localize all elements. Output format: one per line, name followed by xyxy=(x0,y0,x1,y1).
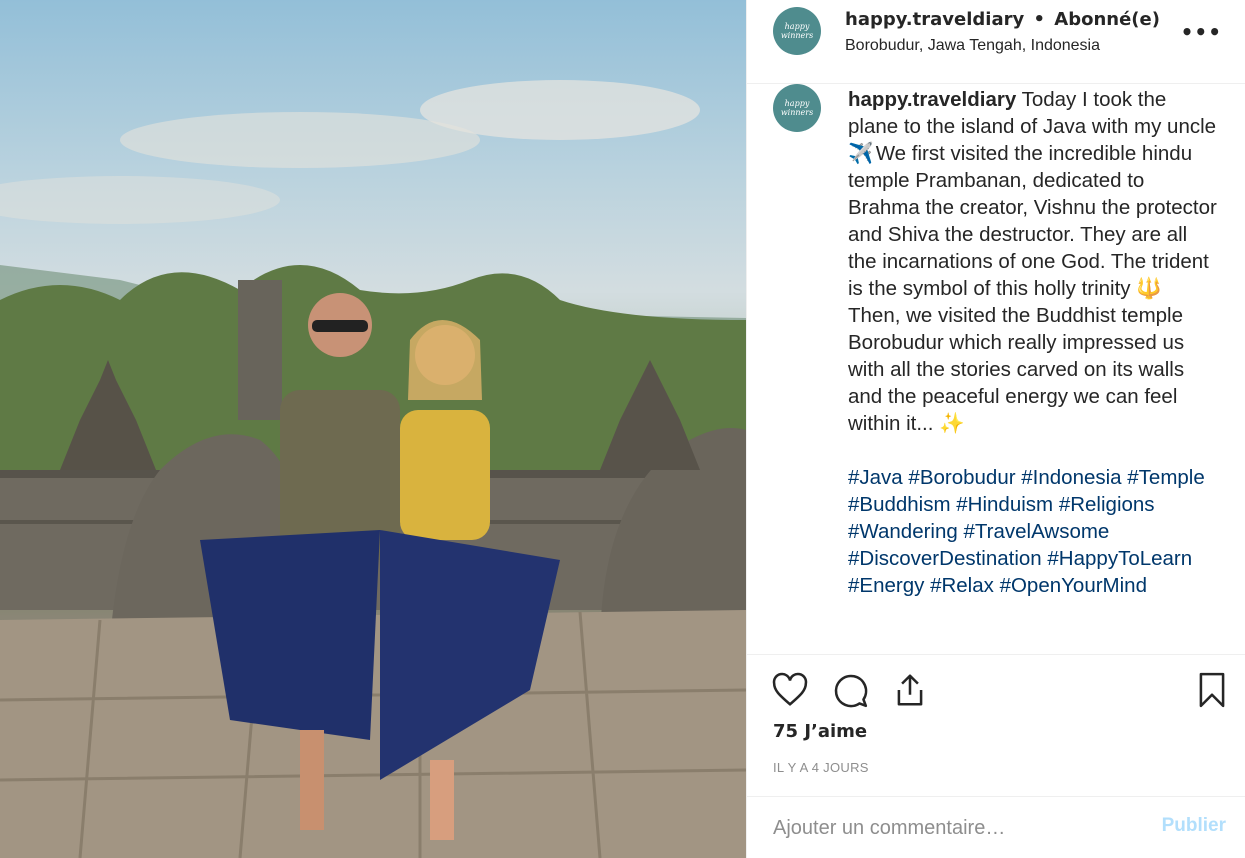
airplane-emoji-icon: ✈️ xyxy=(848,142,874,165)
header-username[interactable]: happy.traveldiary xyxy=(845,9,1024,30)
avatar[interactable]: happy winners xyxy=(773,7,821,55)
comments-area[interactable]: happy winners happy.traveldiary Today I … xyxy=(747,84,1245,654)
hashtag-link[interactable]: #Relax xyxy=(930,574,994,597)
hashtag-link[interactable]: #Wandering xyxy=(848,520,958,543)
post-timestamp[interactable]: IL Y A 4 JOURS xyxy=(773,760,869,775)
hashtag-link[interactable]: #Religions xyxy=(1059,493,1155,516)
header-username-line: happy.traveldiary • Abonné(e) xyxy=(845,9,1160,30)
hashtag-link[interactable]: #TravelAwsome xyxy=(963,520,1109,543)
comment-icon[interactable] xyxy=(831,671,869,709)
location-link[interactable]: Borobudur, Jawa Tengah, Indonesia xyxy=(845,37,1100,55)
likes-count[interactable]: 75 J’aime xyxy=(773,721,867,742)
hashtag-link[interactable]: #Indonesia xyxy=(1021,466,1121,489)
photo-illustration xyxy=(0,80,746,858)
trident-emoji-icon: 🔱 xyxy=(1136,277,1162,300)
hashtag-link[interactable]: #Energy xyxy=(848,574,924,597)
hashtag-link[interactable]: #Hinduism xyxy=(956,493,1053,516)
hashtag-list: #Java #Borobudur #Indonesia #Temple #Bud… xyxy=(848,464,1218,599)
caption-username[interactable]: happy.traveldiary xyxy=(848,88,1016,111)
caption-avatar[interactable]: happy winners xyxy=(773,84,821,132)
hashtag-link[interactable]: #DiscoverDestination xyxy=(848,547,1042,570)
avatar-text-line1: happy xyxy=(784,99,810,108)
caption-text-3: Then, we visited the Buddhist temple Bor… xyxy=(848,304,1185,435)
post-photo[interactable] xyxy=(0,0,746,858)
heart-icon[interactable] xyxy=(771,671,809,709)
avatar-text-line1: happy xyxy=(784,22,810,31)
share-icon[interactable] xyxy=(891,671,929,709)
more-options-icon[interactable]: ••• xyxy=(1181,20,1222,44)
post-side-panel: happy winners happy.traveldiary • Abonné… xyxy=(746,0,1245,858)
hashtag-link[interactable]: #Java xyxy=(848,466,903,489)
separator-dot: • xyxy=(1033,9,1045,30)
bookmark-icon[interactable] xyxy=(1193,671,1231,709)
hashtag-link[interactable]: #HappyToLearn xyxy=(1047,547,1192,570)
avatar-text-line2: winners xyxy=(780,31,814,40)
hashtag-link[interactable]: #Temple xyxy=(1127,466,1205,489)
sparkles-emoji-icon: ✨ xyxy=(939,412,965,435)
caption-paragraph-1: happy.traveldiary Today I took the plane… xyxy=(848,86,1218,302)
hashtag-link[interactable]: #OpenYourMind xyxy=(1000,574,1147,597)
follow-status[interactable]: Abonné(e) xyxy=(1054,9,1160,30)
avatar-text-line2: winners xyxy=(780,108,814,117)
hashtag-link[interactable]: #Borobudur xyxy=(908,466,1015,489)
hashtag-link[interactable]: #Buddhism xyxy=(848,493,951,516)
post-header: happy winners happy.traveldiary • Abonné… xyxy=(747,0,1245,84)
comment-form: Publier xyxy=(747,796,1245,858)
action-bar xyxy=(747,654,1245,726)
caption-paragraph-2: Then, we visited the Buddhist temple Bor… xyxy=(848,302,1218,437)
post-caption: happy.traveldiary Today I took the plane… xyxy=(848,86,1218,599)
comment-input[interactable] xyxy=(773,811,1133,845)
publish-button[interactable]: Publier xyxy=(1162,815,1226,837)
